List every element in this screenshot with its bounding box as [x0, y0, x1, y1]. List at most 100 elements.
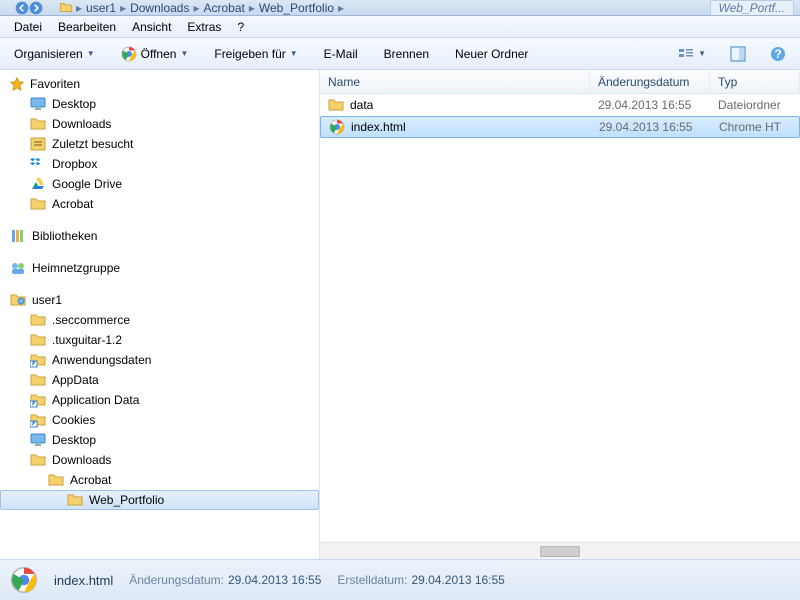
address-bar: ▸ user1 ▸ Downloads ▸ Acrobat ▸ Web_Port…: [0, 0, 800, 16]
homegroup-icon: [10, 260, 26, 276]
libraries-icon: [10, 228, 26, 244]
caret-down-icon: ▼: [698, 49, 706, 58]
organize-button[interactable]: Organisieren▼: [6, 43, 103, 65]
tree-item-label: Downloads: [52, 453, 111, 467]
tree-item[interactable]: Google Drive: [0, 174, 319, 194]
new-folder-button[interactable]: Neuer Ordner: [447, 43, 536, 65]
folder-icon: [30, 196, 46, 212]
tree-item-label: Acrobat: [52, 197, 93, 211]
burn-button[interactable]: Brennen: [376, 43, 437, 65]
folder-icon: [328, 97, 344, 113]
column-header-row: Name Änderungsdatum Typ: [320, 70, 800, 94]
menu-extras[interactable]: Extras: [179, 18, 229, 36]
file-row[interactable]: data 29.04.2013 16:55Dateiordner: [320, 94, 800, 116]
tree-item[interactable]: AppData: [0, 370, 319, 390]
tree-item[interactable]: Application Data: [0, 390, 319, 410]
favorites-header[interactable]: Favoriten: [0, 74, 319, 94]
help-button[interactable]: [762, 42, 794, 66]
breadcrumb-segment[interactable]: user1: [86, 1, 116, 15]
tree-item-label: AppData: [52, 373, 99, 387]
tree-item[interactable]: Desktop: [0, 94, 319, 114]
column-header-type[interactable]: Typ: [710, 70, 800, 93]
desktop-icon: [30, 432, 46, 448]
tree-item[interactable]: .seccommerce: [0, 310, 319, 330]
tree-item[interactable]: Web_Portfolio: [0, 490, 319, 510]
folder-icon: [67, 492, 83, 508]
open-button[interactable]: Öffnen▼: [113, 42, 197, 66]
chevron-right-icon: ▸: [76, 1, 82, 15]
tree-item-label: Application Data: [52, 393, 139, 407]
tree-item[interactable]: .tuxguitar-1.2: [0, 330, 319, 350]
folder-icon: [30, 452, 46, 468]
menu-edit[interactable]: Bearbeiten: [50, 18, 124, 36]
view-options-icon: [678, 46, 694, 62]
main-area: Favoriten DesktopDownloadsZuletzt besuch…: [0, 70, 800, 560]
menu-file[interactable]: Datei: [6, 18, 50, 36]
tree-item[interactable]: Cookies: [0, 410, 319, 430]
user-folder-icon: [10, 292, 26, 308]
file-type: Chrome HT: [711, 120, 799, 134]
breadcrumb-segment[interactable]: Downloads: [130, 1, 189, 15]
menu-help[interactable]: ?: [229, 18, 252, 36]
tree-item-label: Acrobat: [70, 473, 111, 487]
chevron-right-icon: ▸: [120, 1, 126, 15]
tree-item[interactable]: Zuletzt besucht: [0, 134, 319, 154]
shortcut-folder-icon: [30, 412, 46, 428]
view-options-button[interactable]: ▼: [670, 42, 714, 66]
details-mod-date: Änderungsdatum: 29.04.2013 16:55: [129, 573, 321, 587]
tree-item-label: Desktop: [52, 97, 96, 111]
file-name: data: [350, 98, 373, 112]
breadcrumb-segment[interactable]: Web_Portfolio: [259, 1, 334, 15]
file-type: Dateiordner: [710, 98, 800, 112]
gdrive-icon: [30, 176, 46, 192]
column-header-name[interactable]: Name: [320, 70, 590, 93]
tree-item[interactable]: Acrobat: [0, 194, 319, 214]
tree-item[interactable]: Acrobat: [0, 470, 319, 490]
file-date: 29.04.2013 16:55: [590, 98, 710, 112]
folder-icon: [58, 1, 74, 14]
recent-icon: [30, 136, 46, 152]
share-button[interactable]: Freigeben für ▼: [206, 43, 305, 65]
share-label: Freigeben für: [214, 47, 285, 61]
libraries-header[interactable]: Bibliotheken: [0, 226, 319, 246]
caret-down-icon: ▼: [180, 49, 188, 58]
file-row[interactable]: index.html29.04.2013 16:55Chrome HT: [320, 116, 800, 138]
caret-down-icon: ▼: [87, 49, 95, 58]
tree-item[interactable]: Dropbox: [0, 154, 319, 174]
user-root-label: user1: [32, 293, 62, 307]
tree-item[interactable]: Downloads: [0, 114, 319, 134]
scrollbar-thumb[interactable]: [540, 546, 580, 557]
chevron-right-icon: ▸: [249, 1, 255, 15]
homegroup-header[interactable]: Heimnetzgruppe: [0, 258, 319, 278]
menu-view[interactable]: Ansicht: [124, 18, 179, 36]
file-list[interactable]: data 29.04.2013 16:55Dateiordner index.htm…: [320, 94, 800, 542]
user-root[interactable]: user1: [0, 290, 319, 310]
caret-down-icon: ▼: [290, 49, 298, 58]
preview-pane-icon: [730, 46, 746, 62]
breadcrumb-segment[interactable]: Acrobat: [204, 1, 245, 15]
tree-item[interactable]: Anwendungsdaten: [0, 350, 319, 370]
tree-item-label: .seccommerce: [52, 313, 130, 327]
email-button[interactable]: E-Mail: [316, 43, 366, 65]
navigation-sidebar[interactable]: Favoriten DesktopDownloadsZuletzt besuch…: [0, 70, 320, 559]
folder-icon: [48, 472, 64, 488]
tree-item[interactable]: Desktop: [0, 430, 319, 450]
chrome-icon: [121, 46, 137, 62]
window-tab[interactable]: Web_Portf...: [710, 0, 794, 15]
tree-item-label: Desktop: [52, 433, 96, 447]
preview-pane-button[interactable]: [722, 42, 754, 66]
open-label: Öffnen: [141, 47, 177, 61]
shortcut-folder-icon: [30, 392, 46, 408]
chevron-right-icon: ▸: [193, 1, 199, 15]
column-header-date[interactable]: Änderungsdatum: [590, 70, 710, 93]
tree-item-label: Anwendungsdaten: [52, 353, 151, 367]
file-name: index.html: [351, 120, 406, 134]
nav-back-forward[interactable]: [6, 1, 52, 15]
tree-item-label: .tuxguitar-1.2: [52, 333, 122, 347]
tree-item[interactable]: Downloads: [0, 450, 319, 470]
chrome-icon: [329, 119, 345, 135]
details-bar: index.html Änderungsdatum: 29.04.2013 16…: [0, 560, 800, 600]
chrome-icon: [10, 566, 38, 594]
tree-item-label: Dropbox: [52, 157, 97, 171]
horizontal-scrollbar[interactable]: [320, 542, 800, 559]
